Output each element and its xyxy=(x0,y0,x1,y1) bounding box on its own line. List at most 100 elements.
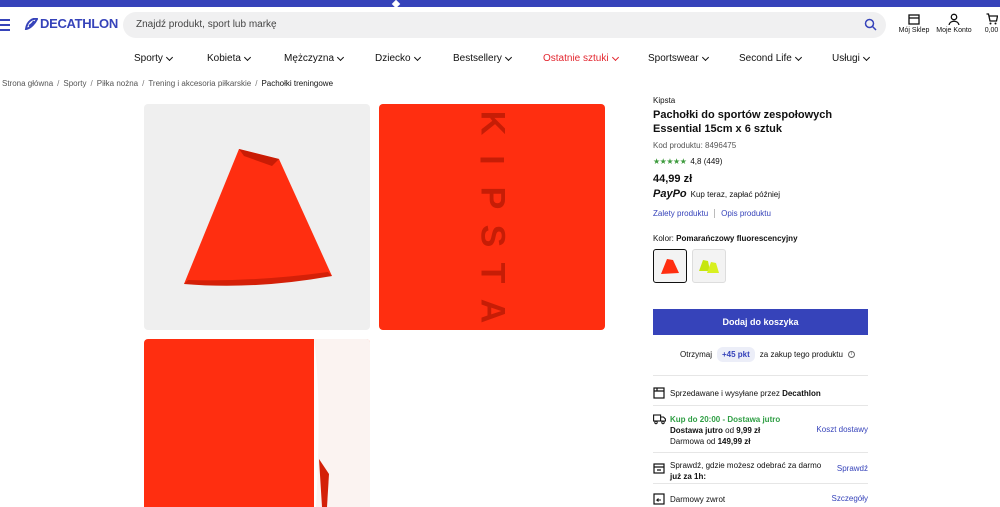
link-divider xyxy=(714,209,716,218)
product-code: Kod produktu: 8496475 xyxy=(653,141,737,150)
free-return-text: Darmowy zwrot xyxy=(670,495,726,504)
delivery-tomorrow-label: Dostawa jutro xyxy=(670,426,723,435)
paypo-info[interactable]: PayPo Kup teraz, zapłać później xyxy=(653,188,780,200)
nav-item-mezczyzna[interactable]: Mężczyzna xyxy=(284,53,345,64)
menu-icon[interactable] xyxy=(0,19,10,34)
points-suffix: za zakup tego produktu xyxy=(759,350,843,359)
cart-total: 0,00 xyxy=(984,27,999,34)
reviews-count: (449) xyxy=(703,157,723,166)
cart-button[interactable]: 0,00 xyxy=(983,13,1000,34)
paypo-text: Kup teraz, zapłać później xyxy=(690,189,781,199)
return-details-link[interactable]: Szczegóły xyxy=(832,494,868,503)
my-store-button[interactable]: Mój Sklep xyxy=(897,13,931,34)
chevron-down-icon xyxy=(336,53,345,61)
divider xyxy=(653,375,868,376)
search-icon[interactable] xyxy=(864,18,877,31)
advantages-link[interactable]: Zalety produktu xyxy=(653,209,708,218)
orange-cone-thumbnail xyxy=(661,259,679,274)
chevron-down-icon xyxy=(794,53,802,61)
product-image-3[interactable] xyxy=(144,339,370,507)
description-link[interactable]: Opis produktu xyxy=(721,209,771,218)
free-delivery-from: Darmowa od xyxy=(670,437,718,446)
nav-item-bestsellery[interactable]: Bestsellery xyxy=(453,53,512,64)
yellow-cone-thumbnail xyxy=(699,260,719,273)
breadcrumb-link[interactable]: Strona główna xyxy=(2,79,53,88)
sold-by-text: Sprzedawane i wysyłane przez Decathlon xyxy=(670,388,821,399)
nav-item-uslugi[interactable]: Usługi xyxy=(832,53,870,64)
color-swatch-orange[interactable] xyxy=(653,249,687,283)
pickup-line-1: Sprawdź, gdzie możesz odebrać za darmo xyxy=(670,461,822,470)
search-bar[interactable]: Znajdź produkt, sport lub markę xyxy=(123,12,886,38)
nav-label: Sportswear xyxy=(648,53,699,64)
divider xyxy=(653,483,868,484)
nav-label: Ostatnie sztuki xyxy=(543,53,609,64)
add-to-cart-button[interactable]: Dodaj do koszyka xyxy=(653,309,868,335)
kipsta-print: K I P S T A xyxy=(473,104,511,330)
store-pickup-icon xyxy=(653,463,665,474)
breadcrumb-link[interactable]: Sporty xyxy=(63,79,86,88)
nav-label: Dziecko xyxy=(375,53,411,64)
rating[interactable]: ★★★★★ 4,8 (449) xyxy=(653,157,722,166)
return-icon xyxy=(653,493,665,505)
free-delivery-threshold: 149,99 zł xyxy=(717,437,751,446)
points-badge: +45 pkt xyxy=(717,347,755,362)
product-anchor-links: Zalety produktu Opis produktu xyxy=(653,209,771,218)
pickup-text: Sprawdź, gdzie możesz odebrać za darmo j… xyxy=(670,460,821,482)
paypo-logo: PayPo xyxy=(653,188,687,200)
breadcrumb: Strona główna / Sporty / Piłka nożna / Tren… xyxy=(2,79,334,88)
nav-item-second-life[interactable]: Second Life xyxy=(739,53,802,64)
chevron-down-icon xyxy=(413,53,421,61)
chevron-down-icon xyxy=(504,53,512,61)
chevron-down-icon xyxy=(243,53,251,61)
nav-item-ostatnie-sztuki[interactable]: Ostatnie sztuki xyxy=(543,53,619,64)
product-price: 44,99 zł xyxy=(653,173,693,185)
shop-icon xyxy=(653,387,665,399)
product-image-2[interactable]: K I P S T A xyxy=(379,104,605,330)
color-swatch-yellow[interactable] xyxy=(692,249,726,283)
promo-top-bar xyxy=(0,0,1000,9)
sold-by-prefix: Sprzedawane i wysyłane przez xyxy=(670,389,780,398)
kipsta-letter: S xyxy=(473,224,511,248)
kipsta-letter: K xyxy=(473,110,511,136)
product-image-1[interactable] xyxy=(144,104,370,330)
decathlon-logo-icon xyxy=(24,17,38,30)
chevron-down-icon xyxy=(165,53,173,61)
nav-label: Usługi xyxy=(832,53,860,64)
nav-label: Bestsellery xyxy=(453,53,502,64)
breadcrumb-link[interactable]: Trening i akcesoria piłkarskie xyxy=(148,79,251,88)
site-header: DECATHLON Znajdź produkt, sport lub mark… xyxy=(0,7,1000,45)
nav-label: Second Life xyxy=(739,53,792,64)
nav-item-kobieta[interactable]: Kobieta xyxy=(207,53,251,64)
account-icon xyxy=(948,13,960,25)
pickup-line-2: już za 1h: xyxy=(670,472,707,481)
delivery-headline: Kup do 20:00 - Dostawa jutro xyxy=(670,415,781,424)
breadcrumb-link[interactable]: Piłka nożna xyxy=(97,79,138,88)
search-input[interactable]: Znajdź produkt, sport lub markę xyxy=(136,19,277,30)
rating-value: 4,8 xyxy=(690,157,702,166)
delivery-price: 9,99 zł xyxy=(736,426,761,435)
info-icon[interactable]: i xyxy=(847,351,855,358)
logo-text: DECATHLON xyxy=(40,16,118,31)
product-brand[interactable]: Kipsta xyxy=(653,96,675,105)
chevron-down-icon xyxy=(862,53,870,61)
cart-icon xyxy=(986,13,998,25)
my-account-label: Moje Konto xyxy=(936,27,972,34)
delivery-cost-link[interactable]: Koszt dostawy xyxy=(816,425,868,434)
nav-item-sporty[interactable]: Sporty xyxy=(134,53,173,64)
delivery-line-2: Darmowa od 149,99 zł xyxy=(670,436,780,447)
cone-image xyxy=(184,149,332,286)
divider xyxy=(653,405,868,406)
product-title: Pachołki do sportów zespołowych Essentia… xyxy=(653,109,833,135)
color-label: Kolor: xyxy=(653,234,674,243)
my-account-button[interactable]: Moje Konto xyxy=(936,13,972,34)
cone-closeup-image xyxy=(314,339,370,507)
nav-label: Sporty xyxy=(134,53,163,64)
delivery-text: Kup do 20:00 - Dostawa jutro Dostawa jut… xyxy=(670,414,780,447)
loyalty-points: Otrzymaj +45 pkt za zakup tego produktu … xyxy=(680,347,855,362)
decathlon-logo[interactable]: DECATHLON xyxy=(24,16,118,31)
nav-item-sportswear[interactable]: Sportswear xyxy=(648,53,709,64)
star-rating-icon: ★★★★★ xyxy=(653,157,687,166)
nav-label: Kobieta xyxy=(207,53,241,64)
check-pickup-link[interactable]: Sprawdź xyxy=(837,464,868,473)
nav-item-dziecko[interactable]: Dziecko xyxy=(375,53,421,64)
